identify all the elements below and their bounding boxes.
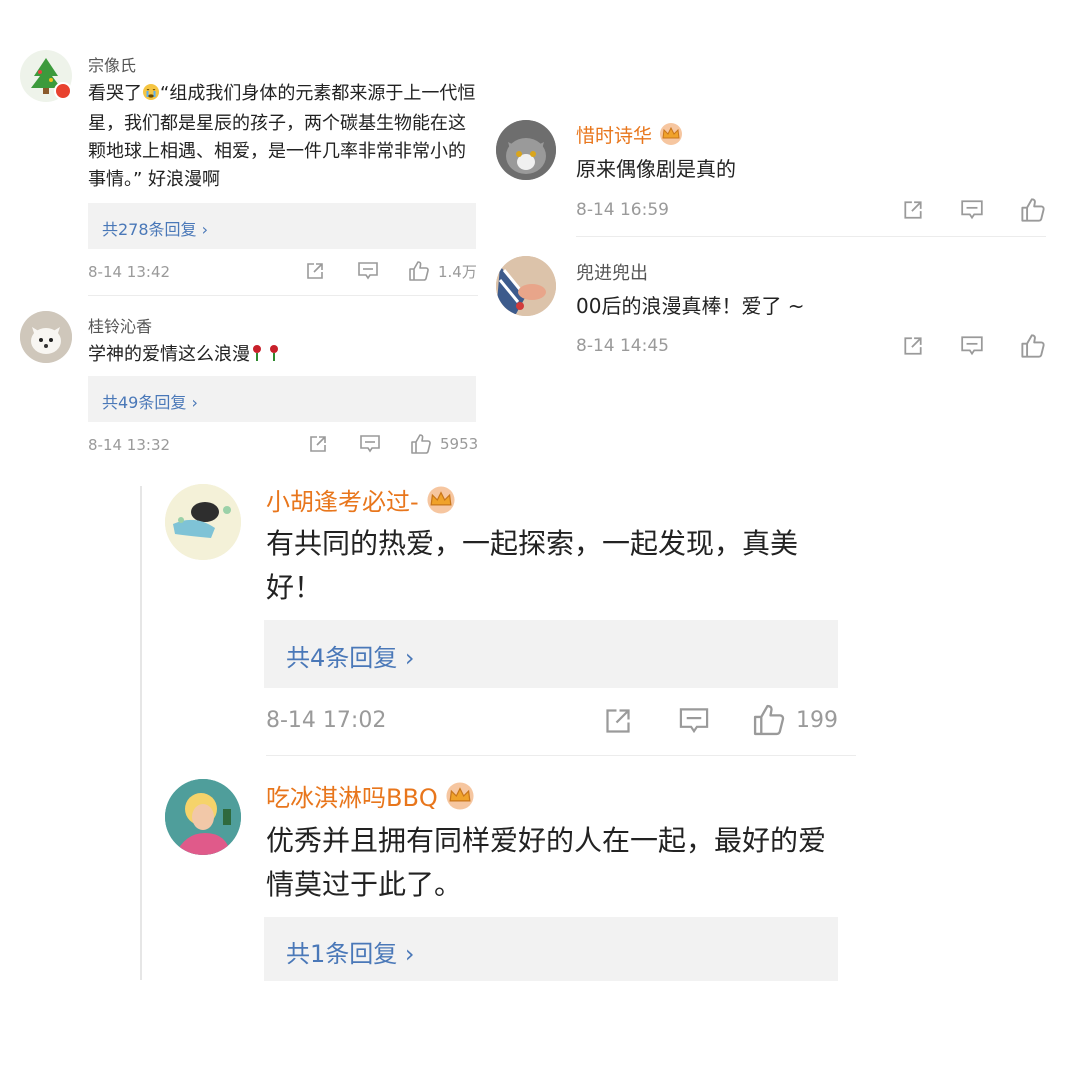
comment-text: 学神的爱情这么浪漫 (88, 341, 480, 371)
username[interactable]: 小胡逢考必过- (266, 482, 457, 521)
view-replies-link[interactable]: 共49条回复 › (102, 389, 198, 413)
thumbs-up-icon (1021, 334, 1045, 358)
like-count: 199 (796, 707, 838, 733)
share-button[interactable] (305, 261, 325, 281)
comment-text: 看哭了 “组成我们身体的元素都来源于上一代恒星，我们都是星辰的孩子，两个碳基生物能… (88, 82, 476, 190)
comment-button[interactable] (359, 434, 381, 454)
username[interactable]: 吃冰淇淋吗BBQ (266, 778, 476, 817)
like-count: 1.4万 (438, 262, 477, 281)
comment-button[interactable] (960, 335, 984, 357)
crown-badge-icon (444, 781, 476, 817)
timestamp: 8-14 14:45 (576, 336, 669, 356)
comment-button[interactable] (678, 706, 710, 736)
username[interactable]: 惜时诗华 (576, 121, 684, 151)
divider (266, 755, 856, 756)
comment-text: 00后的浪漫真棒！爱了 ~ (576, 294, 805, 318)
like-button[interactable] (1020, 197, 1046, 223)
comment-button[interactable] (357, 261, 379, 281)
thumbs-up-icon (1021, 198, 1045, 222)
username[interactable]: 宗像氏 (88, 52, 136, 76)
comment-text: 有共同的热爱，一起探索，一起发现，真美好！ (266, 527, 799, 604)
username[interactable]: 兜进兜出 (576, 259, 648, 285)
view-replies-link[interactable]: 共4条回复 › (286, 638, 415, 673)
verified-badge-icon (54, 82, 72, 100)
timestamp: 8-14 13:32 (88, 436, 171, 454)
comment-text: 原来偶像剧是真的 (576, 157, 736, 181)
thumbs-up-icon (409, 261, 429, 281)
share-icon (904, 201, 922, 219)
crown-badge-icon (658, 122, 684, 151)
thumbs-up-icon (411, 434, 431, 454)
share-icon (606, 709, 630, 733)
like-count: 5953 (440, 435, 479, 453)
view-replies-link[interactable]: 共278条回复 › (102, 216, 208, 240)
share-button[interactable] (308, 434, 328, 454)
avatar[interactable] (20, 311, 72, 363)
comment-icon (961, 336, 983, 356)
comment-icon (961, 200, 983, 220)
crown-badge-icon (425, 485, 457, 521)
username[interactable]: 桂铃沁香 (88, 313, 152, 337)
timestamp: 8-14 17:02 (266, 708, 387, 733)
like-button[interactable]: 5953 (410, 433, 478, 455)
comment-button[interactable] (960, 199, 984, 221)
avatar[interactable] (496, 256, 556, 316)
like-button[interactable] (1020, 333, 1046, 359)
comment-text: 优秀并且拥有同样爱好的人在一起，最好的爱情莫过于此了。 (266, 824, 827, 901)
divider (576, 236, 1046, 237)
thumbs-up-icon (753, 704, 785, 736)
share-icon (310, 436, 326, 452)
avatar[interactable] (496, 120, 556, 180)
avatar[interactable] (165, 484, 241, 560)
timestamp: 8-14 13:42 (88, 263, 171, 281)
share-icon (307, 263, 323, 279)
crying-face-icon (142, 82, 160, 110)
share-button[interactable] (603, 706, 633, 736)
like-button[interactable]: 1.4万 (408, 260, 477, 282)
share-button[interactable] (902, 335, 924, 357)
comment-icon (358, 262, 378, 280)
rose-icon (250, 343, 284, 371)
like-button[interactable]: 199 (752, 703, 838, 737)
avatar[interactable] (165, 779, 241, 855)
comment-icon (679, 708, 709, 734)
divider (88, 295, 478, 296)
view-replies-link[interactable]: 共1条回复 › (286, 934, 415, 969)
timestamp: 8-14 16:59 (576, 200, 669, 220)
share-button[interactable] (902, 199, 924, 221)
comment-icon (360, 435, 380, 453)
left-border-line (140, 486, 142, 980)
share-icon (904, 337, 922, 355)
